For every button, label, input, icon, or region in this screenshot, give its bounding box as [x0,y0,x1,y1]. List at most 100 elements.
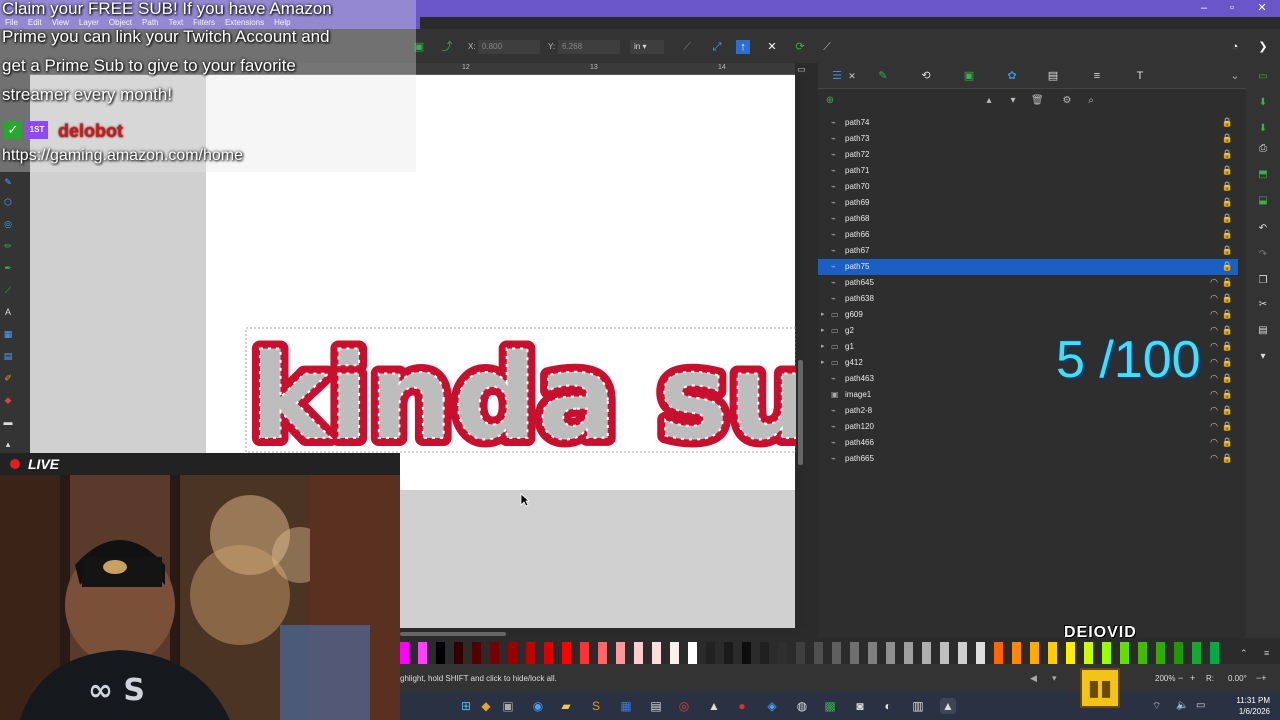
lock-toggle-icon[interactable]: 🔒 [1222,453,1233,464]
clock-time[interactable]: 11:31 PM [1228,696,1270,705]
taskbar-app4-icon[interactable]: ▩ [822,698,838,714]
visibility-toggle-icon[interactable]: ◠ [1210,373,1218,384]
lock-toggle-icon[interactable]: 🔒 [1222,357,1233,368]
lock-toggle-icon[interactable]: 🔒 [1222,165,1233,176]
calligraphy-tool-icon[interactable]: ⟋ [2,284,14,296]
layer-row[interactable]: ⌁ path67 🔒 [818,243,1238,259]
zoom-value[interactable]: 200% [1155,674,1175,683]
palette-swatch[interactable] [706,642,715,664]
rotation-value[interactable]: 0.00° [1228,674,1247,683]
expand-icon[interactable]: ▸ [821,358,829,368]
palette-swatch[interactable] [922,642,931,664]
palette-swatch[interactable] [472,642,481,664]
palette-swatch[interactable] [976,642,985,664]
expand-icon[interactable]: ▸ [821,326,829,336]
layer-row[interactable]: ⌁ path66 🔒 [818,227,1238,243]
palette-swatch[interactable] [1192,642,1201,664]
curve-icon[interactable]: ⤴ [440,40,454,54]
x-input[interactable]: 0.800 [478,40,540,54]
lock-toggle-icon[interactable]: 🔒 [1222,341,1233,352]
symbols-tab-icon[interactable]: ✿ [1005,69,1019,83]
visibility-toggle-icon[interactable]: ◠ [1210,357,1218,368]
expand-icon[interactable]: ▸ [821,342,829,352]
spiral-tool-icon[interactable]: ◎ [2,218,14,230]
lock-toggle-icon[interactable]: 🔒 [1222,229,1233,240]
palette-swatch[interactable] [760,642,769,664]
layer-row[interactable]: ⌁ path2-8 ◠ 🔒 [818,403,1238,419]
visibility-toggle-icon[interactable]: ◠ [1210,437,1218,448]
lock-toggle-icon[interactable]: 🔒 [1222,245,1233,256]
palette-swatch[interactable] [904,642,913,664]
palette-swatch[interactable] [778,642,787,664]
path-effect-icon[interactable]: ⟳ [793,40,807,54]
taskbar-app3-icon[interactable]: ◍ [794,698,810,714]
palette-swatch[interactable] [526,642,535,664]
palette-swatch[interactable] [580,642,589,664]
taskbar-app-icon[interactable]: ◆ [478,698,494,714]
shape-tool-icon[interactable]: ⬡ [2,196,14,208]
mesh-tool-icon[interactable]: ▤ [2,350,14,362]
palette-swatch[interactable] [436,642,445,664]
layer-row[interactable]: ▸ ▭ g609 ◠ 🔒 [818,307,1238,323]
taskbar-store-icon[interactable]: ▦ [618,698,634,714]
color-palette[interactable] [400,642,1240,664]
node-tool-icon[interactable]: ✎ [2,176,14,188]
pen-tool-icon[interactable]: ✒ [2,262,14,274]
cut-icon[interactable]: ✂ [1256,298,1270,312]
import-icon[interactable]: ⬒ [1256,168,1270,182]
palette-swatch[interactable] [742,642,751,664]
delete-icon[interactable]: 🗑 [1031,95,1044,107]
fill-stroke-tab-icon[interactable]: ✎ [876,69,890,83]
visibility-toggle-icon[interactable]: ◠ [1210,389,1218,400]
taskbar-widgets-icon[interactable]: ▣ [500,698,516,714]
palette-swatch[interactable] [670,642,679,664]
palette-swatch[interactable] [1030,642,1039,664]
open-icon[interactable]: ⬇ [1256,96,1270,110]
layer-row[interactable]: ⌁ path72 🔒 [818,147,1238,163]
layer-row[interactable]: ⌁ path68 🔒 [818,211,1238,227]
paste-icon[interactable]: ▤ [1256,324,1270,338]
battery-icon[interactable]: ▭ [1196,700,1205,711]
palette-swatch[interactable] [1102,642,1111,664]
transform-tab-icon[interactable]: ⟲ [919,69,933,83]
lock-toggle-icon[interactable]: 🔒 [1222,133,1233,144]
align-tab-icon[interactable]: ▣ [962,69,976,83]
palette-swatch[interactable] [1084,642,1093,664]
taskbar-app2-icon[interactable]: ◈ [764,698,780,714]
close-tab-icon[interactable]: ✕ [845,69,859,83]
layer-row[interactable]: ⌁ path74 🔒 [818,115,1238,131]
lock-toggle-icon[interactable]: 🔒 [1222,277,1233,288]
lock-toggle-icon[interactable]: 🔒 [1222,421,1233,432]
palette-swatch[interactable] [508,642,517,664]
tweak-icon[interactable]: ⟋ [820,40,834,54]
lock-toggle-icon[interactable]: 🔒 [1222,373,1233,384]
taskbar-chrome-icon[interactable]: ◎ [676,698,692,714]
visibility-toggle-icon[interactable]: ◠ [1210,453,1218,464]
layer-row[interactable]: ⌁ path466 ◠ 🔒 [818,435,1238,451]
ruler-toggle-icon[interactable]: ▭ [797,64,806,75]
palette-swatch[interactable] [634,642,643,664]
copy-icon[interactable]: ❐ [1256,274,1270,288]
layer-row[interactable]: ⌁ path645 ◠ 🔒 [818,275,1238,291]
lock-toggle-icon[interactable]: 🔒 [1222,405,1233,416]
palette-swatch[interactable] [958,642,967,664]
taskbar-camera-icon[interactable]: ◙ [852,698,868,714]
taskbar-app5-icon[interactable]: ▥ [910,698,926,714]
visibility-toggle-icon[interactable]: ◠ [1210,309,1218,320]
redo-icon[interactable]: ↷ [1256,248,1270,262]
network-icon[interactable]: ⌔ [1152,700,1161,713]
palette-swatch[interactable] [544,642,553,664]
visibility-toggle-icon[interactable]: ◠ [1210,421,1218,432]
visibility-toggle-icon[interactable]: ◠ [1210,325,1218,336]
volume-icon[interactable]: 🔈 [1176,700,1188,711]
lock-toggle-icon[interactable]: 🔒 [1222,149,1233,160]
palette-swatch[interactable] [814,642,823,664]
y-input[interactable]: 6.268 [558,40,620,54]
palette-swatch[interactable] [1156,642,1165,664]
lock-toggle-icon[interactable]: 🔒 [1222,293,1233,304]
snap-icon[interactable]: ⟋ [680,40,694,54]
settings-gear-icon[interactable]: ⚙ [1061,95,1073,107]
palette-swatch[interactable] [1174,642,1183,664]
text-tool-icon[interactable]: A [2,306,14,318]
palette-swatch[interactable] [886,642,895,664]
